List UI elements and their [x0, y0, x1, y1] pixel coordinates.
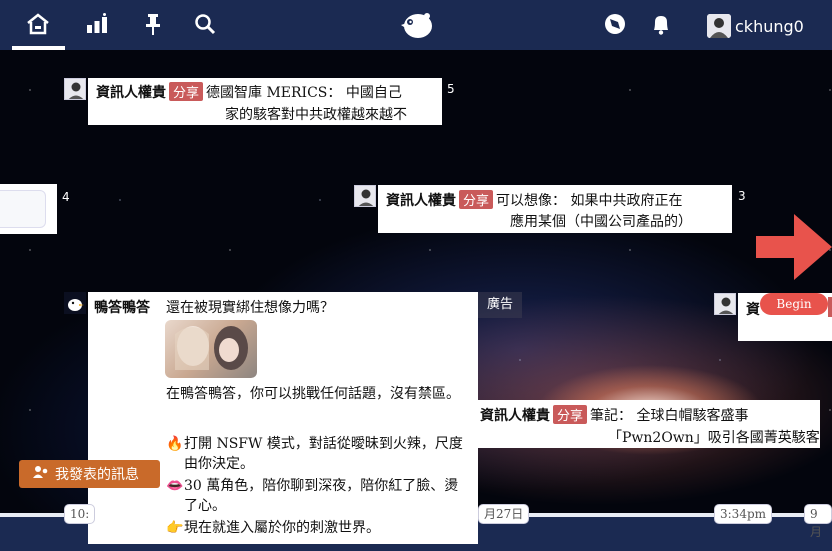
post-number: 4	[62, 190, 70, 204]
ad-image[interactable]	[165, 320, 257, 378]
ad-item: 👄 30 萬角色，陪你聊到深夜，陪你紅了臉、燙了心。	[166, 476, 464, 516]
ad-description: 在鴨答鴨答，你可以挑戰任何話題，沒有禁區。	[166, 386, 460, 402]
ad-card[interactable]: 鴨答鴨答 還在被現實綁住想像力嗎？ 在鴨答鴨答，你可以挑戰任何話題，沒有禁區。 …	[88, 292, 478, 544]
share-badge	[828, 297, 832, 317]
post-card[interactable]: 資訊人權貴 分享 德國智庫 MERICS： 中國自己 家的駭客對中共政權越來越不	[88, 78, 442, 125]
top-navigation-bar: ckhung0	[0, 0, 832, 50]
post-preview	[0, 190, 46, 228]
share-badge: 分享	[553, 405, 588, 424]
post-card[interactable]: 資訊人權貴 分享 筆記： 全球白帽駭客盛事 「Pwn2Own」吸引各國菁英駭客	[478, 400, 820, 448]
post-title-continued[interactable]: 應用某個（中國公司產品的）	[510, 211, 692, 231]
share-badge: 分享	[169, 82, 204, 101]
ad-author[interactable]: 鴨答鴨答	[94, 298, 150, 319]
users-icon	[33, 465, 49, 483]
post-author[interactable]: 資	[746, 299, 760, 319]
timestamp: 3:34pm	[714, 504, 773, 524]
compass-icon[interactable]	[602, 10, 628, 38]
ad-item: 🔥 打開 NSFW 模式，對話從曖昧到火辣，尺度由你決定。	[166, 434, 464, 474]
bell-icon[interactable]	[648, 10, 674, 38]
post-title-continued[interactable]: 「Pwn2Own」吸引各國菁英駭客	[608, 427, 820, 447]
search-icon[interactable]	[192, 10, 218, 38]
timestamp: 10:	[64, 504, 96, 524]
ad-headline: 還在被現實綁住想像力嗎？	[166, 300, 334, 316]
ad-item-text: 打開 NSFW 模式，對話從曖昧到火辣，尺度由你決定。	[184, 436, 463, 472]
ad-item-text: 30 萬角色，陪你聊到深夜，陪你紅了臉、燙了心。	[184, 478, 459, 514]
duck-avatar-icon	[64, 292, 86, 314]
my-messages-label: 我發表的訊息	[55, 467, 139, 483]
home-icon[interactable]	[25, 10, 51, 38]
pointing-hand-icon: 👉	[166, 520, 184, 536]
post-title[interactable]: 可以想像： 如果中共政府正在	[496, 193, 682, 209]
user-menu[interactable]: ckhung0	[707, 14, 804, 38]
leaderboard-icon[interactable]	[84, 10, 110, 38]
share-badge: 分享	[459, 190, 494, 209]
post-card[interactable]: 資訊人權貴 分享 可以想像： 如果中共政府正在 應用某個（中國公司產品的）	[378, 185, 732, 233]
ad-label: 廣告	[478, 292, 522, 318]
timestamp: 9月	[804, 504, 832, 539]
my-messages-button[interactable]: 我發表的訊息	[19, 460, 160, 488]
post-title[interactable]: 筆記： 全球白帽駭客盛事	[590, 408, 748, 424]
username: ckhung0	[735, 16, 804, 36]
ad-item-text: 現在就進入屬於你的刺激世界。	[184, 520, 380, 536]
post-author[interactable]: 資訊人權貴	[386, 193, 456, 209]
post-title-continued[interactable]: 家的駭客對中共政權越來越不	[225, 104, 407, 124]
post-author[interactable]: 資訊人權貴	[480, 408, 550, 424]
avatar	[707, 14, 731, 38]
avatar	[714, 293, 736, 315]
lips-icon: 👄	[166, 478, 184, 494]
post-number: 5	[447, 82, 455, 96]
avatar	[354, 185, 376, 207]
logo-icon[interactable]	[398, 8, 436, 42]
avatar	[64, 78, 86, 100]
begin-button[interactable]: Begin	[760, 293, 828, 315]
next-arrow-icon[interactable]	[756, 214, 832, 280]
post-card[interactable]	[0, 184, 57, 234]
ad-item: 👉 現在就進入屬於你的刺激世界。	[166, 518, 464, 539]
post-number: 3	[738, 189, 746, 203]
pin-icon[interactable]	[140, 10, 166, 38]
timestamp: 月27日	[478, 504, 530, 524]
post-author[interactable]: 資訊人權貴	[96, 85, 166, 101]
fire-icon: 🔥	[166, 436, 184, 452]
active-tab-indicator	[12, 46, 65, 50]
post-title[interactable]: 德國智庫 MERICS： 中國自己	[206, 85, 402, 101]
